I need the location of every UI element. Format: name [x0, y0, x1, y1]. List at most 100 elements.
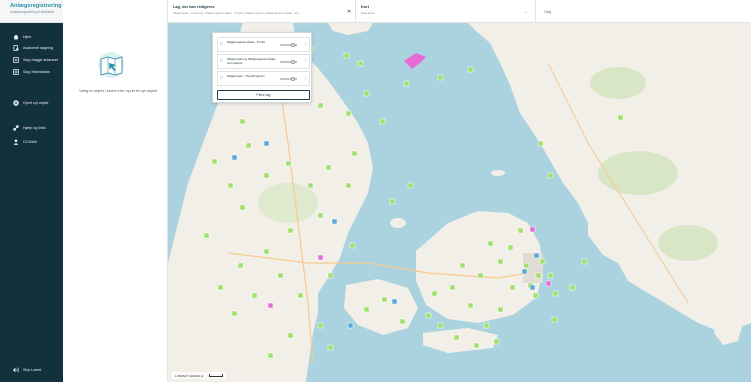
map-marker[interactable]	[551, 316, 558, 323]
map-marker[interactable]	[403, 80, 410, 87]
map-marker[interactable]	[237, 262, 244, 269]
opacity-slider-handle[interactable]	[291, 59, 295, 64]
sidebar-item-create-object[interactable]: Opret nyt objekt	[0, 97, 63, 108]
map-marker[interactable]	[437, 74, 444, 81]
map-marker[interactable]	[347, 322, 354, 329]
map-marker[interactable]	[389, 198, 396, 205]
basemap-tab[interactable]: Kort Baselabel ⌄	[356, 0, 536, 23]
map-marker[interactable]	[467, 66, 474, 73]
map-marker[interactable]	[357, 60, 364, 67]
map-marker[interactable]	[453, 334, 460, 341]
drag-handle-icon[interactable]: ⠿	[220, 75, 223, 80]
layer-row[interactable]: ⠿ Miljøprojektområdet - Punkt ⋮	[217, 37, 310, 52]
drag-handle-icon[interactable]: ⠿	[220, 58, 223, 63]
map-marker[interactable]	[345, 110, 352, 117]
map-marker[interactable]	[581, 258, 588, 265]
map-marker[interactable]	[379, 118, 386, 125]
map-marker[interactable]	[331, 218, 338, 225]
map-marker[interactable]	[217, 284, 224, 291]
map-marker[interactable]	[211, 158, 218, 165]
map-marker[interactable]	[317, 322, 324, 329]
more-vertical-icon[interactable]: ⋮	[303, 75, 308, 81]
map-marker[interactable]	[517, 227, 524, 234]
map-marker[interactable]	[263, 140, 270, 147]
map-marker[interactable]	[497, 306, 504, 313]
map-marker[interactable]	[545, 280, 552, 287]
map-marker[interactable]	[327, 344, 334, 351]
map-marker[interactable]	[493, 338, 500, 345]
map-marker[interactable]	[483, 322, 490, 329]
more-layers-button[interactable]: Flere lag	[217, 90, 310, 100]
editable-layers-tab[interactable]: Lag, der kan redigeres Miljøprojekt - Pu…	[168, 0, 356, 23]
map-marker[interactable]	[467, 302, 474, 309]
map-marker[interactable]	[569, 284, 576, 291]
map-marker[interactable]	[203, 232, 210, 239]
map-marker[interactable]	[327, 272, 334, 279]
map-marker[interactable]	[507, 244, 514, 251]
map-marker[interactable]	[267, 352, 274, 359]
map-marker[interactable]	[529, 226, 536, 233]
map-marker[interactable]	[231, 154, 238, 161]
map-marker[interactable]	[399, 318, 406, 325]
map-marker[interactable]	[547, 172, 554, 179]
sidebar-item-list-search[interactable]: Søg i bagge anlæsset	[0, 54, 63, 65]
map-marker[interactable]	[351, 150, 358, 157]
sidebar-item-user[interactable]: CCVidrik	[0, 136, 63, 147]
map-marker[interactable]	[473, 342, 480, 349]
map-marker[interactable]	[363, 90, 370, 97]
map-marker[interactable]	[532, 292, 539, 299]
map-marker[interactable]	[307, 182, 314, 189]
more-vertical-icon[interactable]: ⋮	[303, 41, 308, 47]
map-marker[interactable]	[317, 254, 324, 261]
map-marker[interactable]	[425, 312, 432, 319]
map-marker[interactable]	[287, 332, 294, 339]
map-marker[interactable]	[617, 114, 624, 121]
map-marker[interactable]	[267, 302, 274, 309]
map-marker[interactable]	[363, 306, 370, 313]
map-marker[interactable]	[437, 322, 444, 329]
sidebar-item-help-links[interactable]: Hjælp og links	[0, 122, 63, 133]
map-marker[interactable]	[533, 252, 540, 259]
close-icon[interactable]: ✕	[347, 9, 351, 15]
map-marker[interactable]	[535, 272, 542, 279]
map-marker[interactable]	[431, 290, 438, 297]
map-marker[interactable]	[227, 182, 234, 189]
map-marker[interactable]	[297, 292, 304, 299]
map-marker[interactable]	[381, 296, 388, 303]
layer-row[interactable]: ⠿ Miljøprojekt - Plan/Program ⋮	[217, 71, 310, 86]
map-marker[interactable]	[317, 102, 324, 109]
map-marker[interactable]	[459, 262, 466, 269]
map-marker[interactable]	[317, 212, 324, 219]
more-vertical-icon[interactable]: ⋮	[303, 58, 308, 64]
opacity-slider-handle[interactable]	[291, 76, 295, 81]
map-marker[interactable]	[521, 268, 528, 275]
map-marker[interactable]	[285, 160, 292, 167]
map-canvas[interactable]: ⠿ Miljøprojektområdet - Punkt ⋮ ⠿ Miljøp…	[168, 23, 751, 382]
search-input[interactable]	[544, 6, 744, 16]
map-marker[interactable]	[277, 272, 284, 279]
brand[interactable]: Anlægsregistrering Anlægsregistrering & …	[0, 0, 63, 23]
map-marker[interactable]	[263, 248, 270, 255]
chevron-down-icon[interactable]: ⌄	[524, 9, 528, 15]
map-marker[interactable]	[287, 227, 294, 234]
map-marker[interactable]	[325, 164, 332, 171]
map-marker[interactable]	[343, 52, 350, 59]
map-marker[interactable]	[497, 258, 504, 265]
map-marker[interactable]	[509, 284, 516, 291]
map-marker[interactable]	[231, 310, 238, 317]
opacity-slider-handle[interactable]	[291, 42, 295, 47]
map-marker[interactable]	[245, 142, 252, 149]
map-marker[interactable]	[547, 272, 554, 279]
layer-row[interactable]: ⠿ Miljøprojekt og Miljøprojektområdet - …	[217, 54, 310, 69]
drag-handle-icon[interactable]: ⠿	[220, 41, 223, 46]
map-marker[interactable]	[449, 284, 456, 291]
sidebar-logout[interactable]: Skip Lorent	[0, 364, 63, 375]
map-marker[interactable]	[487, 240, 494, 247]
sidebar-item-home[interactable]: Hjem	[0, 31, 63, 42]
sidebar-item-dataset-search[interactable]: Søg i fiskestdata	[0, 66, 63, 77]
map-marker[interactable]	[239, 118, 246, 125]
map-marker[interactable]	[529, 284, 536, 291]
map-marker[interactable]	[477, 272, 484, 279]
map-marker[interactable]	[407, 182, 414, 189]
map-marker[interactable]	[539, 258, 546, 265]
